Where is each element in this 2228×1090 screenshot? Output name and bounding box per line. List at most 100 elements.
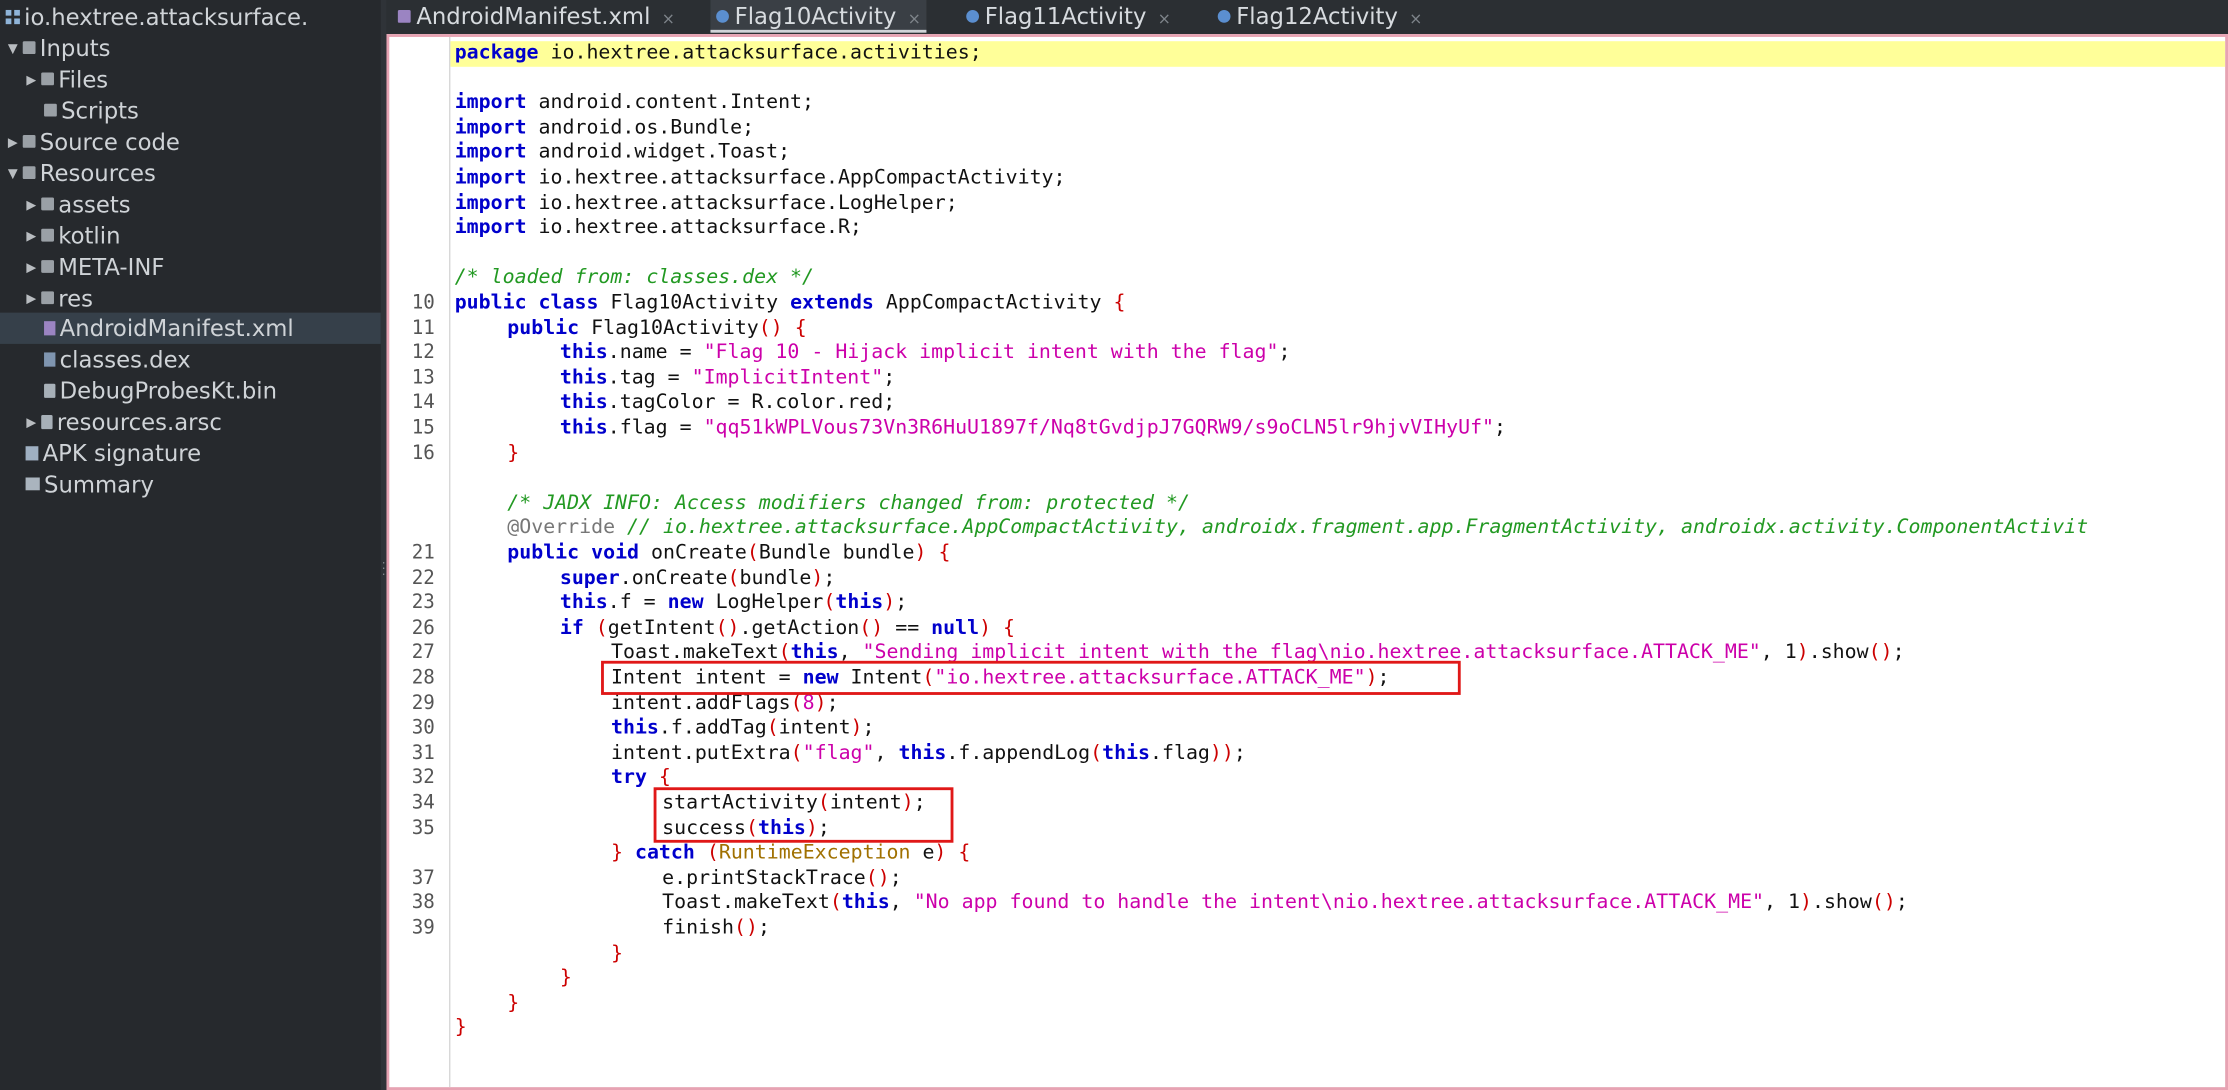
close-icon[interactable]: ×: [908, 10, 921, 28]
code-brace: }: [507, 991, 520, 1015]
tree-item-files[interactable]: ▶ Files: [0, 64, 381, 95]
code-line-printstacktrace: e.printStackTrace();: [662, 866, 902, 890]
code-line-catch: } catch (RuntimeException e) {: [610, 841, 971, 865]
code-brace: }: [454, 1016, 467, 1040]
code-line-import: import io.hextree.attacksurface.R;: [454, 216, 862, 240]
tree-item-summary[interactable]: Summary: [0, 469, 381, 500]
tree-item-androidmanifest[interactable]: AndroidManifest.xml: [0, 312, 381, 344]
tab-flag12activity[interactable]: Flag12Activity ×: [1212, 0, 1422, 33]
tree-item-meta-inf[interactable]: ▶ META-INF: [0, 252, 381, 283]
tree-item-label: META-INF: [58, 253, 165, 281]
line-number: 16: [411, 441, 435, 465]
tree-item-label: res: [58, 284, 93, 312]
tab-flag11activity[interactable]: Flag11Activity ×: [961, 0, 1171, 33]
code-editor[interactable]: 10 11 12 13 14 15 16 21 22 23 26 27 28 2…: [386, 34, 2228, 1090]
code-line-toast: Toast.makeText(this, "No app found to ha…: [662, 891, 1908, 915]
code-brace: }: [559, 966, 572, 990]
chevron-right-icon[interactable]: ▶: [24, 190, 38, 221]
line-number-gutter: 10 11 12 13 14 15 16 21 22 23 26 27 28 2…: [389, 36, 451, 1088]
line-number: 27: [411, 641, 435, 665]
tab-flag10activity[interactable]: Flag10Activity ×: [710, 0, 927, 33]
code-line-import: import android.widget.Toast;: [454, 141, 791, 164]
tree-item-label: DebugProbesKt.bin: [59, 377, 277, 405]
code-line-super: super.onCreate(bundle);: [559, 566, 836, 590]
xml-file-icon: [44, 320, 56, 335]
tree-item-assets[interactable]: ▶ assets: [0, 189, 381, 220]
line-number: 23: [411, 591, 435, 615]
tree-item-debugprobes[interactable]: DebugProbesKt.bin: [0, 375, 381, 406]
line-number: 10: [411, 291, 435, 315]
line-number: 11: [411, 316, 435, 340]
close-icon[interactable]: ×: [1158, 10, 1171, 28]
code-line-import: import io.hextree.attacksurface.LogHelpe…: [454, 191, 958, 215]
chevron-down-icon[interactable]: ▼: [6, 158, 20, 189]
tree-item-source-code[interactable]: ▶ Source code: [0, 126, 381, 157]
code-line-import: import android.os.Bundle;: [454, 116, 755, 139]
line-number: 22: [411, 566, 435, 590]
code-line-class: public class Flag10Activity extends AppC…: [454, 291, 1126, 315]
chevron-right-icon[interactable]: ▶: [24, 407, 38, 438]
tree-item-label: Resources: [39, 159, 156, 187]
tree-root[interactable]: io.hextree.attacksurface.: [0, 1, 381, 32]
tab-androidmanifest[interactable]: AndroidManifest.xml ×: [392, 0, 675, 33]
line-number: 26: [411, 616, 435, 640]
tree-item-label: Source code: [39, 128, 180, 156]
tab-label: Flag10Activity: [734, 2, 897, 30]
class-icon: [966, 9, 980, 23]
tree-item-resources[interactable]: ▼ Resources: [0, 158, 381, 189]
folder-icon: [22, 135, 36, 148]
code-brace: }: [507, 441, 520, 465]
close-icon[interactable]: ×: [1409, 10, 1422, 28]
tree-item-classes-dex[interactable]: classes.dex: [0, 344, 381, 375]
code-line-addtag: this.f.addTag(intent);: [610, 716, 875, 740]
tree-item-apk-signature[interactable]: APK signature: [0, 438, 381, 469]
line-number: 29: [411, 691, 435, 715]
tree-item-label: Scripts: [61, 97, 139, 125]
chevron-right-icon[interactable]: ▶: [24, 221, 38, 252]
folder-icon: [41, 291, 54, 305]
folder-icon: [22, 41, 36, 55]
code-line-addflags: intent.addFlags(8);: [610, 691, 839, 715]
tree-item-label: resources.arsc: [56, 408, 222, 436]
class-icon: [716, 9, 729, 23]
close-icon[interactable]: ×: [662, 10, 675, 28]
code-line-field: this.tag = "ImplicitIntent";: [559, 366, 896, 390]
code-line-ctor: public Flag10Activity() {: [507, 316, 807, 340]
tree-item-res[interactable]: ▶ res: [0, 283, 381, 314]
jadx-window: io.hextree.attacksurface. ▼ Inputs ▶ Files…: [0, 0, 2228, 1090]
line-number: 32: [411, 766, 435, 790]
chevron-right-icon[interactable]: ▶: [24, 65, 38, 96]
line-number: 21: [411, 541, 435, 565]
code-brace: }: [610, 941, 623, 965]
tree-item-inputs[interactable]: ▼ Inputs: [0, 33, 381, 64]
xml-file-icon: [397, 9, 411, 23]
tree-item-kotlin[interactable]: ▶ kotlin: [0, 220, 381, 251]
editor-tabs: AndroidManifest.xml × Flag10Activity × Fla…: [386, 0, 2228, 35]
folder-icon: [41, 197, 54, 211]
tab-label: Flag11Activity: [984, 2, 1147, 30]
tree-root-label: io.hextree.attacksurface.: [24, 3, 309, 31]
line-number: 37: [411, 866, 435, 890]
chevron-right-icon[interactable]: ▶: [24, 252, 38, 283]
code-line-finish: finish();: [662, 916, 770, 940]
folder-icon: [41, 72, 54, 86]
line-number: 35: [411, 816, 435, 840]
code-line-field: this.flag = "qq51kWPLVous73Vn3R6HuU1897f…: [559, 416, 1507, 440]
line-number: 13: [411, 366, 435, 390]
certificate-icon: [25, 445, 39, 460]
tree-item-label: classes.dex: [59, 346, 191, 374]
file-icon: [44, 382, 56, 398]
chevron-down-icon[interactable]: ▼: [6, 33, 20, 64]
line-number: 12: [411, 341, 435, 365]
code-area[interactable]: package io.hextree.attacksurface.activit…: [450, 37, 2226, 1087]
line-number: 15: [411, 416, 435, 440]
tree-item-label: APK signature: [42, 439, 202, 467]
highlight-box-start-activity: [653, 787, 954, 843]
tree-item-label: Inputs: [39, 34, 111, 62]
code-line-package: package io.hextree.attacksurface.activit…: [454, 41, 982, 64]
tree-item-scripts[interactable]: Scripts: [0, 95, 381, 126]
chevron-right-icon[interactable]: ▶: [24, 284, 38, 315]
chevron-right-icon[interactable]: ▶: [6, 127, 20, 158]
tab-label: Flag12Activity: [1236, 2, 1398, 30]
tree-item-resources-arsc[interactable]: ▶ resources.arsc: [0, 406, 381, 437]
